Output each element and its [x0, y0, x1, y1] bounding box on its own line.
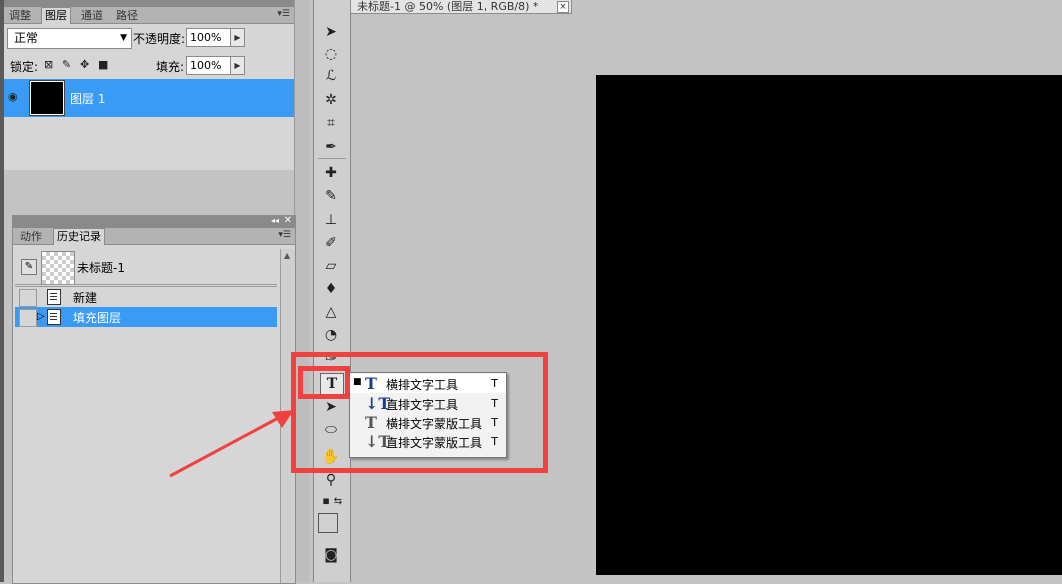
history-brush-source-icon[interactable]: ✎: [21, 259, 37, 275]
brush-tool-icon[interactable]: ✎: [320, 186, 342, 206]
zoom-tool-icon[interactable]: ⚲: [320, 470, 342, 490]
opacity-input[interactable]: 100%: [186, 28, 231, 47]
tab-history[interactable]: 历史记录: [53, 228, 105, 245]
document-icon: [47, 309, 61, 325]
tab-adjustments[interactable]: 调整: [6, 8, 34, 23]
opacity-label: 不透明度:: [133, 32, 186, 46]
annotation-arrow-icon: [169, 410, 294, 478]
dodge-tool-icon[interactable]: ◔: [320, 325, 342, 345]
fill-label: 填充:: [156, 60, 185, 74]
blend-mode-value: 正常: [14, 31, 39, 45]
panel-menu-icon[interactable]: ▾☰: [278, 230, 291, 240]
layer-thumbnail: [29, 80, 65, 116]
document-title: 未标题-1 @ 50% (图层 1, RGB/8) *: [357, 0, 539, 13]
crop-tool-icon[interactable]: ⌗: [320, 113, 342, 133]
blur-tool-icon[interactable]: △: [320, 302, 342, 322]
history-brush-tool-icon[interactable]: ✐: [320, 233, 342, 253]
quick-mask-icon[interactable]: ◙: [320, 545, 342, 565]
scroll-up-icon[interactable]: ▲: [284, 251, 290, 260]
opacity-slider-button[interactable]: ▶: [230, 28, 245, 47]
foreground-color-swatch[interactable]: [318, 513, 338, 533]
move-tool-icon[interactable]: ➤: [320, 22, 342, 42]
lasso-tool-icon[interactable]: ℒ: [320, 66, 342, 86]
close-document-button[interactable]: ×: [557, 1, 569, 13]
panel-titlebar[interactable]: [4, 0, 294, 7]
divider: [15, 284, 277, 285]
history-step[interactable]: 新建: [15, 287, 277, 307]
chevron-down-icon: ▼: [120, 33, 127, 43]
history-panel-tabs: 动作 历史记录 ▾☰: [13, 228, 295, 245]
lock-all-icon[interactable]: ■: [98, 58, 108, 71]
history-brush-checkbox[interactable]: [19, 289, 37, 307]
layer-row[interactable]: ◉ 图层 1: [4, 79, 294, 117]
document-canvas[interactable]: [596, 75, 1062, 575]
divider: [318, 158, 346, 159]
history-brush-checkbox[interactable]: [19, 309, 37, 327]
annotation-tool-highlight: [298, 366, 350, 399]
layers-panel-tabs: 调整 图层 通道 路径 ▾☰: [4, 7, 294, 24]
layer-name[interactable]: 图层 1: [70, 90, 105, 107]
blend-mode-select[interactable]: 正常 ▼: [7, 28, 132, 49]
history-step[interactable]: ▷ 填充图层: [15, 307, 277, 327]
tools-panel: ➤ ◌ ℒ ✲ ⌗ ✒ ✚ ✎ ⊥ ✐ ▱ ♦ △ ◔ ✑ T ➤ ⬭ ✋ ⚲ …: [313, 0, 351, 582]
snapshot-thumbnail: [41, 251, 75, 285]
swap-colors-icon[interactable]: ⇆: [332, 492, 344, 512]
panel-titlebar[interactable]: ◂◂ ✕: [13, 215, 295, 228]
eyedropper-tool-icon[interactable]: ✒: [320, 137, 342, 157]
paint-bucket-tool-icon[interactable]: ♦: [320, 279, 342, 299]
fill-slider-button[interactable]: ▶: [230, 56, 245, 75]
document-tab[interactable]: 未标题-1 @ 50% (图层 1, RGB/8) * ×: [350, 0, 572, 14]
eraser-tool-icon[interactable]: ▱: [320, 256, 342, 276]
healing-brush-tool-icon[interactable]: ✚: [320, 163, 342, 183]
tab-layers[interactable]: 图层: [41, 7, 71, 24]
tab-channels[interactable]: 通道: [78, 8, 106, 23]
tab-actions[interactable]: 动作: [17, 229, 45, 244]
lock-transparency-icon[interactable]: ⊠: [44, 58, 53, 71]
lock-position-icon[interactable]: ✥: [80, 58, 89, 71]
close-icon[interactable]: ✕: [284, 215, 292, 226]
tab-paths[interactable]: 路径: [113, 8, 141, 23]
lock-label: 锁定:: [10, 60, 39, 74]
fill-input[interactable]: 100%: [186, 56, 231, 75]
collapse-icon[interactable]: ◂◂: [271, 216, 279, 225]
snapshot-name: 未标题-1: [77, 261, 125, 275]
panel-menu-icon[interactable]: ▾☰: [277, 9, 290, 19]
default-colors-icon[interactable]: ◾: [320, 492, 332, 512]
history-step-label: 新建: [73, 291, 98, 305]
panel-dock-scrollbar[interactable]: [294, 0, 309, 582]
magic-wand-tool-icon[interactable]: ✲: [320, 90, 342, 110]
clone-stamp-tool-icon[interactable]: ⊥: [320, 210, 342, 230]
history-state-slider-icon[interactable]: ▷: [37, 311, 45, 322]
document-icon: [47, 289, 61, 305]
marquee-tool-icon[interactable]: ◌: [320, 44, 342, 64]
history-step-label: 填充图层: [73, 311, 122, 325]
eye-icon[interactable]: ◉: [8, 90, 22, 104]
lock-image-icon[interactable]: ✎: [62, 58, 71, 71]
